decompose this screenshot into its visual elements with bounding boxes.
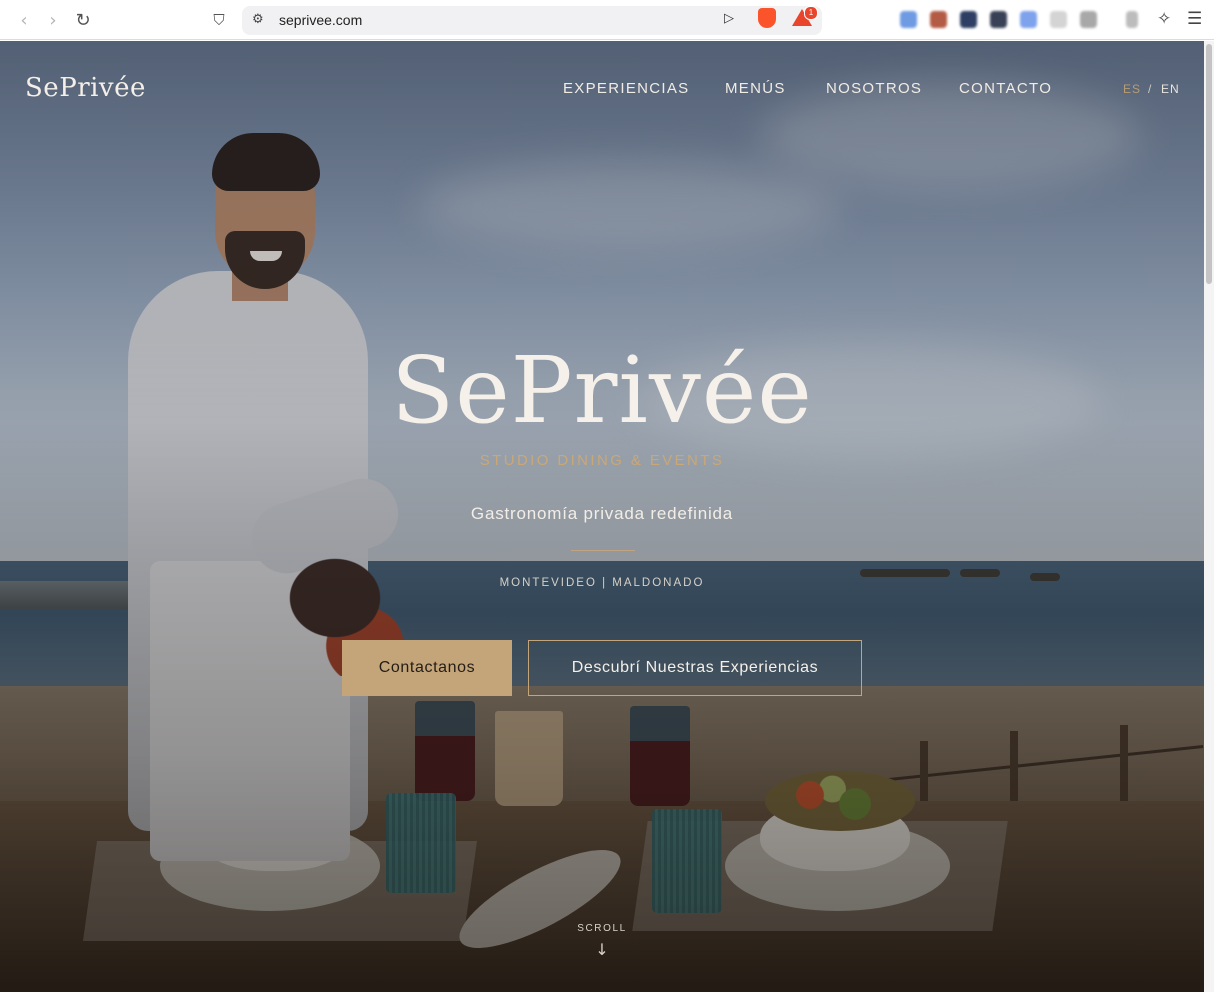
- forward-icon[interactable]: ›: [41, 8, 65, 32]
- sparkle-icon[interactable]: ✧: [1157, 9, 1171, 29]
- url-text[interactable]: seprivee.com: [279, 12, 362, 28]
- nav-contacto[interactable]: CONTACTO: [959, 80, 1052, 97]
- nav-experiencias[interactable]: EXPERIENCIAS: [563, 80, 689, 97]
- send-icon[interactable]: ▷: [724, 11, 734, 26]
- hamburger-menu-icon[interactable]: ☰: [1187, 9, 1202, 29]
- lang-es[interactable]: ES: [1123, 82, 1141, 96]
- extension-icon[interactable]: [1020, 11, 1037, 28]
- nav-menus[interactable]: MENÚS: [725, 80, 786, 97]
- arrow-down-icon[interactable]: ↓: [0, 940, 1204, 959]
- lang-separator: /: [1148, 82, 1153, 96]
- back-icon[interactable]: ‹: [12, 8, 36, 32]
- extension-icon[interactable]: [990, 11, 1007, 28]
- reload-icon[interactable]: ↻: [71, 8, 95, 32]
- hero-divider: [571, 550, 635, 551]
- extension-icon[interactable]: [960, 11, 977, 28]
- browser-toolbar: ‹ › ↻ ⛉ ⚙ seprivee.com ▷ 1 ✧ ☰: [0, 0, 1214, 40]
- scrollbar-thumb[interactable]: [1206, 44, 1212, 284]
- site-settings-icon[interactable]: ⚙: [252, 12, 264, 27]
- bookmark-icon[interactable]: ⛉: [207, 8, 231, 32]
- contact-button[interactable]: Contactanos: [342, 640, 512, 696]
- extension-icon[interactable]: [1050, 11, 1067, 28]
- hero-subtitle: STUDIO DINING & EVENTS: [479, 452, 725, 469]
- extension-icon[interactable]: [1126, 11, 1138, 28]
- brave-shield-icon[interactable]: [758, 8, 776, 28]
- scroll-label[interactable]: SCROLL: [0, 923, 1204, 934]
- extension-icon[interactable]: [1080, 11, 1097, 28]
- site-logo[interactable]: SePrivée: [25, 73, 146, 103]
- hero-location: MONTEVIDEO | MALDONADO: [499, 577, 705, 589]
- rewards-badge: 1: [804, 6, 818, 20]
- lang-en[interactable]: EN: [1161, 82, 1180, 96]
- experiences-button[interactable]: Descubrí Nuestras Experiencias: [528, 640, 862, 696]
- hero-title: SePrivée: [391, 337, 813, 444]
- nav-nosotros[interactable]: NOSOTROS: [826, 80, 922, 97]
- address-bar[interactable]: ⚙ seprivee.com ▷: [242, 6, 822, 35]
- extension-icon[interactable]: [930, 11, 947, 28]
- hero-tagline: Gastronomía privada redefinida: [470, 504, 734, 523]
- page-viewport: SePrivée EXPERIENCIAS MENÚS NOSOTROS CON…: [0, 41, 1204, 992]
- extension-icon[interactable]: [900, 11, 917, 28]
